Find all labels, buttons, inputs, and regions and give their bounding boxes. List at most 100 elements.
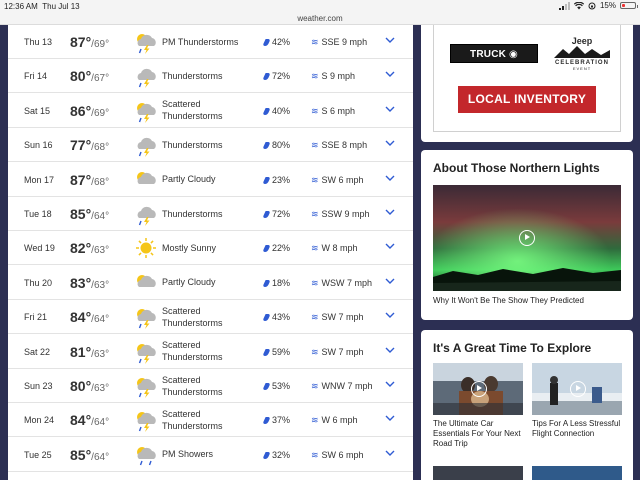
forecast-row[interactable]: Sat 15 86°/69° Scattered Thunderstorms 4… <box>8 94 413 128</box>
precip-value: 18% <box>272 277 291 288</box>
forecast-row[interactable]: Sat 22 81°/63° Scattered Thunderstorms 5… <box>8 335 413 369</box>
chevron-down-icon[interactable] <box>383 274 397 288</box>
forecast-low: /68° <box>91 176 110 188</box>
flight-tips-caption[interactable]: Tips For A Less Stressful Flight Connect… <box>532 419 622 439</box>
truck-month-logo[interactable]: TRUCK ◉ MONTH <box>450 44 538 79</box>
wind-icon: ≋ <box>311 209 319 219</box>
thunderstorm-icon <box>133 133 159 158</box>
partly-cloudy-icon <box>133 271 159 295</box>
forecast-condition: Thunderstorms <box>162 139 223 150</box>
northern-lights-card[interactable]: About Those Northern Lights Why It Won't… <box>421 150 633 320</box>
chevron-down-icon[interactable] <box>383 205 397 219</box>
precip-value: 37% <box>272 415 291 426</box>
northern-lights-title[interactable]: About Those Northern Lights <box>433 161 600 175</box>
precip-value: 22% <box>272 243 291 254</box>
chevron-down-icon[interactable] <box>383 67 397 81</box>
forecast-precip: 59% <box>262 346 291 357</box>
raindrop-icon <box>262 142 271 150</box>
partly-cloudy-icon <box>133 168 159 192</box>
chevron-down-icon[interactable] <box>383 102 397 116</box>
forecast-precip: 37% <box>262 415 291 426</box>
forecast-row[interactable]: Thu 13 87°/69° PM Thunderstorms 42% ≋ SSE… <box>8 25 413 59</box>
forecast-low: /64° <box>91 211 110 222</box>
chevron-down-icon[interactable] <box>383 33 397 47</box>
jeep-celebration-logo[interactable]: Jeep CELEBRATION EVENT <box>554 36 610 72</box>
raindrop-icon <box>262 211 271 218</box>
advertisement-frame[interactable]: TRUCK ◉ MONTH Jeep CELEBRATION EVENT LOC… <box>433 25 621 132</box>
precip-value: 23% <box>272 174 291 185</box>
forecast-temps: 80°/63° <box>70 378 109 394</box>
forecast-day: Thu 20 <box>24 277 53 288</box>
chevron-down-icon[interactable] <box>383 411 397 425</box>
thunderstorm-sun-icon <box>133 305 159 330</box>
northern-lights-video-thumbnail[interactable] <box>433 185 621 291</box>
next-article-thumbnail[interactable] <box>433 466 523 480</box>
northern-lights-caption[interactable]: Why It Won't Be The Show They Predicted <box>433 296 584 306</box>
forecast-precip: 23% <box>262 174 291 185</box>
flight-tips-thumbnail[interactable] <box>532 363 622 415</box>
forecast-precip: 22% <box>262 243 291 254</box>
forecast-day: Mon 24 <box>24 415 55 426</box>
status-right: 15% <box>558 1 638 10</box>
wind-value: SSE 8 mph <box>321 140 368 151</box>
forecast-condition: Scattered Thunderstorms <box>162 99 223 122</box>
chevron-down-icon[interactable] <box>383 239 397 253</box>
forecast-precip: 53% <box>262 381 291 391</box>
car-essentials-caption[interactable]: The Ultimate Car Essentials For Your Nex… <box>433 419 523 449</box>
forecast-day: Sun 23 <box>24 381 53 391</box>
thunderstorm-sun-icon <box>133 340 159 364</box>
chevron-down-icon[interactable] <box>383 136 397 150</box>
raindrop-icon <box>262 73 271 81</box>
forecast-row[interactable]: Fri 14 80°/67° Thunderstorms 72% ≋ S 9 mp… <box>8 59 413 94</box>
forecast-condition: PM Showers <box>162 449 214 460</box>
precip-value: 59% <box>272 346 291 357</box>
forecast-low: /63° <box>91 383 110 394</box>
forecast-row[interactable]: Thu 20 83°/63° Partly Cloudy 18% ≋ WSW 7 … <box>8 266 413 300</box>
wind-value: S 9 mph <box>321 71 356 82</box>
play-icon[interactable] <box>519 230 535 246</box>
wind-icon: ≋ <box>311 71 319 82</box>
thunderstorm-sun-icon <box>133 408 159 433</box>
play-icon[interactable] <box>471 381 487 397</box>
forecast-low: /67° <box>91 73 110 85</box>
chevron-down-icon[interactable] <box>383 377 397 391</box>
chevron-down-icon[interactable] <box>383 343 397 357</box>
url-bar[interactable]: weather.com <box>0 12 640 25</box>
forecast-low: /63° <box>91 348 110 360</box>
local-inventory-button[interactable]: LOCAL INVENTORY <box>458 86 596 113</box>
forecast-temps: 84°/64° <box>70 412 109 428</box>
showers-icon <box>133 443 159 467</box>
thunderstorm-icon <box>133 64 159 89</box>
precip-value: 53% <box>272 381 291 391</box>
forecast-low: /63° <box>91 245 110 257</box>
forecast-wind: ≋ S 6 mph <box>311 106 355 117</box>
raindrop-icon <box>262 245 271 253</box>
forecast-row[interactable]: Sun 16 77°/68° Thunderstorms 80% ≋ SSE 8 … <box>8 128 413 163</box>
forecast-row[interactable]: Mon 17 87°/68° Partly Cloudy 23% ≋ SW 6 m… <box>8 163 413 197</box>
forecast-temps: 83°/63° <box>70 275 109 291</box>
wind-icon: ≋ <box>311 37 319 47</box>
battery-percent: 15% <box>599 1 616 10</box>
forecast-row[interactable]: Mon 24 84°/64° Scattered Thunderstorms 3… <box>8 403 413 438</box>
advertisement-card[interactable]: TRUCK ◉ MONTH Jeep CELEBRATION EVENT LOC… <box>421 25 633 142</box>
thunderstorm-sun-icon <box>133 374 159 398</box>
chevron-down-icon[interactable] <box>383 446 397 460</box>
forecast-low: /64° <box>91 451 110 463</box>
forecast-day: Fri 21 <box>24 312 48 323</box>
car-essentials-thumbnail[interactable] <box>433 363 523 415</box>
forecast-row[interactable]: Sun 23 80°/63° Scattered Thunderstorms 5… <box>8 369 413 403</box>
forecast-temps: 85°/64° <box>70 447 109 463</box>
wind-value: SW 6 mph <box>321 174 364 185</box>
forecast-row[interactable]: Wed 19 82°/63° Mostly Sunny 22% ≋ W 8 mph <box>8 231 413 266</box>
raindrop-icon <box>262 451 271 459</box>
next-article-thumbnail[interactable] <box>532 466 622 480</box>
forecast-row[interactable]: Fri 21 84°/64° Scattered Thunderstorms 4… <box>8 300 413 335</box>
play-icon[interactable] <box>570 381 586 397</box>
forecast-row[interactable]: Tue 25 85°/64° PM Showers 32% ≋ SW 6 mph <box>8 438 413 472</box>
forecast-row[interactable]: Tue 18 85°/64° Thunderstorms 72% ≋ SSW 9 … <box>8 197 413 231</box>
forecast-wind: ≋ SW 7 mph <box>311 312 364 323</box>
forecast-day: Sun 16 <box>24 140 53 151</box>
forecast-low: /68° <box>91 142 110 154</box>
chevron-down-icon[interactable] <box>383 171 397 185</box>
chevron-down-icon[interactable] <box>383 308 397 322</box>
